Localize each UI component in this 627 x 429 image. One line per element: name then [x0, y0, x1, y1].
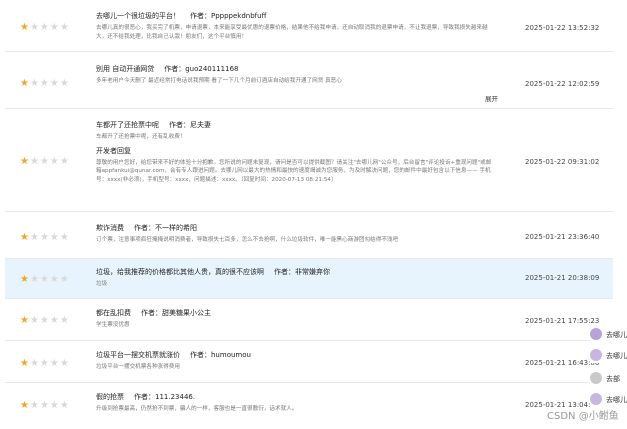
app-avatar-icon: [590, 328, 602, 340]
star-rating: ★★★★★: [20, 358, 70, 369]
star-rating: ★★★★★: [20, 78, 70, 89]
star-empty-icon: ★★★★: [29, 315, 70, 326]
review-author: 作者：不一样的希阳: [134, 224, 197, 232]
star-filled-icon: ★: [20, 22, 30, 33]
review-title: 欺诈消费: [96, 224, 124, 232]
star-empty-icon: ★★★★: [29, 78, 70, 89]
review-time: 2025-01-22 13:52:32: [525, 24, 600, 32]
star-filled-icon: ★: [20, 78, 30, 89]
review-item[interactable]: ★★★★★ 假的抢票 作者：111.23446. 升级到抢票最高，仍然抢不到票，骗…: [5, 383, 613, 429]
star-rating: ★★★★★: [20, 232, 70, 243]
review-body: 车都开了还抢票中呢，还有乱收费！: [96, 134, 186, 140]
review-time: 2025-01-22 12:02:59: [525, 80, 600, 88]
review-item[interactable]: ★★★★★ 别用 自动开通网贷 作者：guo240111168 多年老用户今天删了…: [5, 52, 613, 109]
review-time: 2025-01-22 09:31:02: [525, 158, 600, 166]
star-empty-icon: ★★★★: [29, 400, 70, 411]
review-title: 车都开了还抢票中呢: [96, 121, 159, 129]
star-empty-icon: ★★★★: [29, 156, 70, 167]
developer-reply-body: 尊敬的用户您好，给您带来不好的体验十分抱歉。您所说的问题未复现，请问是否可以提供…: [96, 159, 492, 183]
review-author: 作者：guo240111168: [164, 65, 239, 73]
review-title: 别用 自动开通网贷: [96, 65, 155, 73]
developer-reply-heading: 开发者回复: [96, 146, 131, 155]
star-filled-icon: ★: [20, 315, 30, 326]
review-title: 垃圾，给我推荐的价格都比其他人贵，真的很不应该啊: [96, 268, 264, 276]
review-item[interactable]: ★★★★★ 都在乱扣费 作者：甜美糖果小公主 学生票没优惠 2025-01-21 …: [5, 299, 613, 341]
star-rating: ★★★★★: [20, 22, 70, 33]
star-filled-icon: ★: [20, 274, 30, 285]
star-filled-icon: ★: [20, 400, 30, 411]
review-title-line: 车都开了还抢票中呢 作者：尼夫妻: [96, 120, 496, 130]
review-body: 垃圾: [96, 281, 108, 287]
review-item[interactable]: ★★★★★ 车都开了还抢票中呢 作者：尼夫妻 车都开了还抢票中呢，还有乱收费！ 开…: [5, 109, 613, 212]
app-avatar-icon: [590, 372, 602, 384]
star-filled-icon: ★: [20, 358, 30, 369]
review-item[interactable]: ★★★★★ 垃圾平台一摆交机票就涨价 作者：humoumou 垃圾平台一摆交机票各…: [5, 341, 613, 383]
review-time: 2025-01-21 20:38:09: [525, 274, 600, 282]
review-title-line: 都在乱扣费 作者：甜美糖果小公主: [96, 308, 496, 318]
star-rating: ★★★★★: [20, 315, 70, 326]
review-title-line: 垃圾平台一摆交机票就涨价 作者：humoumou: [96, 350, 496, 360]
star-filled-icon: ★: [20, 232, 30, 243]
review-time: 2025-01-21 16:43:06: [525, 359, 600, 367]
star-rating: ★★★★★: [20, 274, 70, 285]
review-author: 作者：humoumou: [190, 351, 251, 359]
app-avatar-icon: [590, 349, 602, 361]
review-author: 作者：111.23446.: [134, 393, 196, 401]
star-rating: ★★★★★: [20, 400, 70, 411]
app-avatar-icon: [590, 393, 602, 405]
review-title-line: 别用 自动开通网贷 作者：guo240111168: [96, 64, 496, 74]
review-title-line: 垃圾，给我推荐的价格都比其他人贵，真的很不应该啊 作者：非常嫌弃你: [96, 267, 496, 277]
review-author: 作者：甜美糖果小公主: [141, 309, 211, 317]
star-empty-icon: ★★★★: [29, 358, 70, 369]
review-time: 2025-01-21 17:55:23: [525, 317, 600, 325]
review-body: 去哪儿真的很恶心，我买完了机票，申请退票，本来能享受最优惠的退票价格，结果他不给…: [96, 25, 488, 40]
review-body: 垃圾平台一摆交机票各种涨得费用: [96, 364, 180, 370]
side-app-item[interactable]: 去哪儿: [590, 349, 627, 363]
review-author: 作者：Pppppekdnbfuff: [190, 12, 267, 20]
review-body: 升级到抢票最高，仍然抢不到票，骗人的一样，客服也是一直很敷衍，话术就人。: [96, 406, 298, 412]
review-author: 作者：非常嫌弃你: [274, 268, 330, 276]
star-filled-icon: ★: [20, 156, 30, 167]
side-app-item[interactable]: 去部: [590, 372, 627, 386]
review-title: 垃圾平台一摆交机票就涨价: [96, 351, 180, 359]
review-author: 作者：尼夫妻: [169, 121, 211, 129]
review-title-line: 去哪儿一个很垃圾的平台！ 作者：Pppppekdnbfuff: [96, 11, 496, 21]
star-rating: ★★★★★: [20, 156, 70, 167]
review-body: 订个票，注意事项疯狂掩掩说明消费者，导致损失七百多，怎么不去抢啊，什么垃圾软件，…: [96, 237, 399, 243]
side-app-item[interactable]: 去哪儿: [590, 328, 627, 342]
review-time: 2025-01-21 23:36:40: [525, 233, 600, 241]
review-item[interactable]: ★★★★★ 垃圾，给我推荐的价格都比其他人贵，真的很不应该啊 作者：非常嫌弃你 垃…: [5, 259, 613, 299]
review-body: 多年老用户今天删了 最近经常打电话说我预期 看了一下几个月前订酒店自动给我开通了…: [96, 78, 342, 84]
watermark-text: CSDN @小鲋鱼: [547, 411, 619, 422]
review-item[interactable]: ★★★★★ 欺诈消费 作者：不一样的希阳 订个票，注意事项疯狂掩掩说明消费者，导致…: [5, 212, 613, 259]
review-title: 都在乱扣费: [96, 309, 131, 317]
expand-link[interactable]: 展开: [485, 93, 498, 103]
side-app-item[interactable]: 去哪儿: [590, 393, 627, 407]
review-title: 去哪儿一个很垃圾的平台！: [96, 12, 180, 20]
star-empty-icon: ★★★★: [29, 22, 70, 33]
review-item[interactable]: ★★★★★ 去哪儿一个很垃圾的平台！ 作者：Pppppekdnbfuff 去哪儿真…: [5, 0, 613, 52]
review-title: 假的抢票: [96, 393, 124, 401]
review-title-line: 欺诈消费 作者：不一样的希阳: [96, 223, 496, 233]
review-title-line: 假的抢票 作者：111.23446.: [96, 392, 496, 402]
star-empty-icon: ★★★★: [29, 274, 70, 285]
review-body: 学生票没优惠: [96, 322, 130, 328]
star-empty-icon: ★★★★: [29, 232, 70, 243]
